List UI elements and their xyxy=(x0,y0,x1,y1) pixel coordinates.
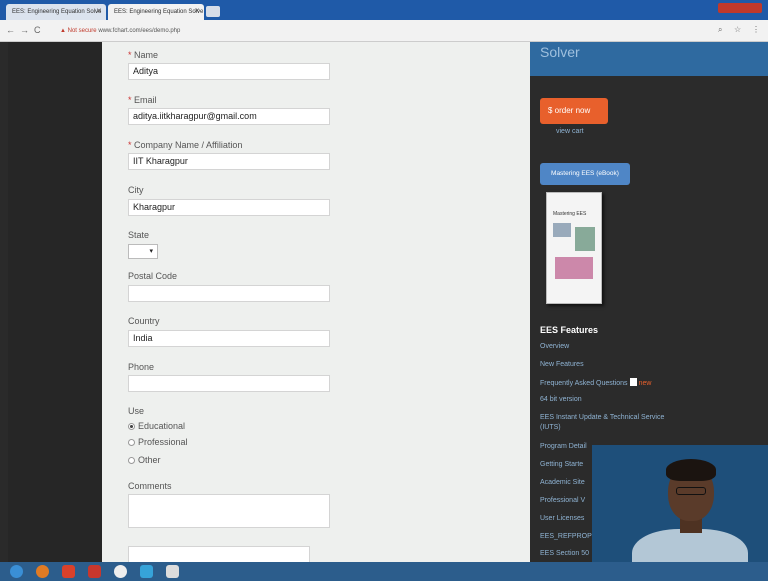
country-label: Country xyxy=(128,316,160,326)
order-form: * Name Aditya * Email aditya.iitkharagpu… xyxy=(102,42,530,564)
state-select[interactable]: ▾ xyxy=(128,244,158,259)
radio-selected-icon xyxy=(128,423,135,430)
tab-label: EES: Engineering Equation Solve xyxy=(12,9,102,15)
feature-link[interactable]: User Licenses xyxy=(540,515,584,522)
book-title: Mastering EES xyxy=(553,211,587,217)
company-field[interactable]: IIT Kharagpur xyxy=(128,153,330,170)
browser-tab-active[interactable]: EES: Engineering Equation Solve ✕ xyxy=(108,4,204,20)
use-label: Use xyxy=(128,406,145,416)
forward-icon[interactable]: → xyxy=(20,25,29,35)
feature-link[interactable]: New Features xyxy=(540,361,584,368)
document-icon xyxy=(629,378,637,386)
browser-tab-bar: EES: Engineering Equation Solve ✕ EES: E… xyxy=(0,0,768,20)
name-label: * Name xyxy=(128,50,159,60)
url-field[interactable]: ▲ Not secure www.fchart.com/ees/demo.php xyxy=(60,24,650,38)
feature-link[interactable]: Program Detail xyxy=(540,443,587,450)
feature-link[interactable]: Getting Starte xyxy=(540,461,583,468)
postal-code-field[interactable] xyxy=(128,285,330,302)
presenter-video xyxy=(592,445,768,581)
country-field[interactable]: India xyxy=(128,330,330,347)
feature-link[interactable]: EES Section 50 xyxy=(540,550,589,557)
radio-icon xyxy=(128,457,135,464)
sidebar-header: Solver xyxy=(530,42,768,76)
skype-icon[interactable] xyxy=(140,565,153,578)
close-tab-icon[interactable]: ✕ xyxy=(194,4,200,20)
tab-label: EES: Engineering Equation Solve xyxy=(114,9,204,15)
page-left-margin xyxy=(8,42,102,562)
chrome-icon[interactable] xyxy=(114,565,127,578)
state-label: State xyxy=(128,230,150,240)
feature-link[interactable]: EES Instant Update & Technical Service xyxy=(540,414,664,421)
back-icon[interactable]: ← xyxy=(6,25,15,35)
glasses xyxy=(676,487,706,495)
new-tab-button[interactable] xyxy=(206,6,220,17)
feature-link[interactable]: Professional V xyxy=(540,497,585,504)
phone-label: Phone xyxy=(128,362,155,372)
comments-field[interactable] xyxy=(128,494,330,528)
city-label: City xyxy=(128,185,144,195)
window-controls[interactable] xyxy=(718,3,762,13)
view-cart-link[interactable]: view cart xyxy=(556,128,584,135)
name-field[interactable]: Aditya xyxy=(128,63,330,80)
email-field[interactable]: aditya.iitkharagpur@gmail.com xyxy=(128,108,330,125)
radio-icon xyxy=(128,439,135,446)
start-icon[interactable] xyxy=(10,565,23,578)
url-text: www.fchart.com/ees/demo.php xyxy=(98,28,181,34)
cover-graphic xyxy=(575,227,595,251)
cover-graphic xyxy=(555,257,593,279)
city-field[interactable]: Kharagpur xyxy=(128,199,330,216)
feature-link[interactable]: EES_REFPROP I xyxy=(540,533,596,540)
security-label: Not secure xyxy=(67,28,97,34)
app-icon[interactable] xyxy=(62,565,75,578)
feature-link[interactable]: Academic Site xyxy=(540,479,585,486)
cover-graphic xyxy=(553,223,571,237)
phone-field[interactable] xyxy=(128,375,330,392)
use-educational-radio[interactable]: Educational xyxy=(128,421,185,431)
feature-link[interactable]: Overview xyxy=(540,343,569,350)
taskbar xyxy=(0,562,768,581)
powerpoint-icon[interactable] xyxy=(88,565,101,578)
comments-label: Comments xyxy=(128,481,172,491)
excel-icon[interactable] xyxy=(166,565,179,578)
browser-tab[interactable]: EES: Engineering Equation Solve ✕ xyxy=(6,4,106,20)
use-other-radio[interactable]: Other xyxy=(128,455,161,465)
company-label: * Company Name / Affiliation xyxy=(128,140,243,150)
menu-icon[interactable]: ⋮ xyxy=(752,25,760,34)
page-title: Solver xyxy=(540,44,580,60)
warning-icon: ▲ xyxy=(60,28,66,34)
email-label: * Email xyxy=(128,95,157,105)
postal-label: Postal Code xyxy=(128,271,178,281)
reload-icon[interactable]: C xyxy=(34,25,41,35)
presenter-hair xyxy=(666,459,716,481)
zoom-icon[interactable]: ⌕ xyxy=(718,25,722,35)
book-cover-image[interactable]: Mastering EES xyxy=(546,192,602,304)
features-heading: EES Features xyxy=(540,325,599,335)
use-professional-radio[interactable]: Professional xyxy=(128,437,188,447)
close-tab-icon[interactable]: ✕ xyxy=(96,4,102,20)
firefox-icon[interactable] xyxy=(36,565,49,578)
feature-link[interactable]: 64 bit version xyxy=(540,396,582,403)
mastering-ees-button[interactable]: Mastering EES (eBook) xyxy=(540,163,630,185)
feature-link-faq[interactable]: Frequently Asked Questions new xyxy=(540,378,651,387)
order-now-button[interactable]: $ order now xyxy=(540,98,608,124)
feature-link[interactable]: (IUTS) xyxy=(540,424,561,431)
address-bar: ← → C ▲ Not secure www.fchart.com/ees/de… xyxy=(0,20,768,42)
bookmark-star-icon[interactable]: ☆ xyxy=(734,25,741,34)
